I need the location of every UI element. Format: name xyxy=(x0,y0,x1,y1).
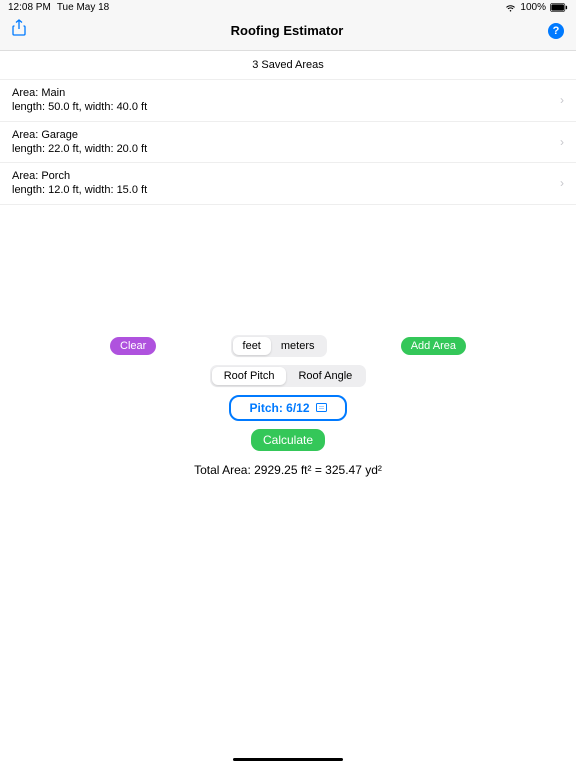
area-text: Area: Mainlength: 50.0 ft, width: 40.0 f… xyxy=(12,86,147,115)
area-detail: length: 12.0 ft, width: 15.0 ft xyxy=(12,183,147,197)
area-row[interactable]: Area: Mainlength: 50.0 ft, width: 40.0 f… xyxy=(0,80,576,122)
pitch-button[interactable]: Pitch: 6/12 xyxy=(229,395,346,421)
units-feet[interactable]: feet xyxy=(233,337,271,355)
keyboard-icon xyxy=(316,403,327,412)
area-detail: length: 50.0 ft, width: 40.0 ft xyxy=(12,100,147,114)
controls: Clear feet meters Add Area Roof Pitch Ro… xyxy=(0,335,576,477)
mode-segment[interactable]: Roof Pitch Roof Angle xyxy=(210,365,367,387)
area-title: Area: Garage xyxy=(12,128,147,142)
area-title: Area: Porch xyxy=(12,169,147,183)
units-segment[interactable]: feet meters xyxy=(231,335,327,357)
share-icon xyxy=(12,19,26,37)
area-detail: length: 22.0 ft, width: 20.0 ft xyxy=(12,142,147,156)
area-text: Area: Porchlength: 12.0 ft, width: 15.0 … xyxy=(12,169,147,198)
clear-button[interactable]: Clear xyxy=(110,337,156,355)
status-bar: 12:08 PM Tue May 18 100% xyxy=(0,0,576,15)
battery-icon xyxy=(550,3,568,12)
section-header: 3 Saved Areas xyxy=(0,51,576,80)
battery-percent: 100% xyxy=(520,2,546,13)
mode-pitch[interactable]: Roof Pitch xyxy=(212,367,287,385)
total-area: Total Area: 2929.25 ft² = 325.47 yd² xyxy=(194,463,382,477)
area-row[interactable]: Area: Porchlength: 12.0 ft, width: 15.0 … xyxy=(0,163,576,205)
units-meters[interactable]: meters xyxy=(271,337,325,355)
wifi-icon xyxy=(505,4,516,12)
chevron-right-icon: › xyxy=(560,135,564,149)
area-title: Area: Main xyxy=(12,86,147,100)
area-row[interactable]: Area: Garagelength: 22.0 ft, width: 20.0… xyxy=(0,122,576,164)
home-indicator xyxy=(233,758,343,762)
status-time: 12:08 PM xyxy=(8,2,51,13)
mode-angle[interactable]: Roof Angle xyxy=(286,367,364,385)
area-text: Area: Garagelength: 22.0 ft, width: 20.0… xyxy=(12,128,147,157)
status-date: Tue May 18 xyxy=(57,2,109,13)
page-title: Roofing Estimator xyxy=(231,23,344,38)
calculate-button[interactable]: Calculate xyxy=(251,429,325,451)
chevron-right-icon: › xyxy=(560,93,564,107)
pitch-label: Pitch: 6/12 xyxy=(249,401,309,415)
chevron-right-icon: › xyxy=(560,176,564,190)
share-button[interactable] xyxy=(12,19,26,42)
help-button[interactable]: ? xyxy=(548,23,564,39)
add-area-button[interactable]: Add Area xyxy=(401,337,466,355)
nav-bar: Roofing Estimator ? xyxy=(0,15,576,51)
